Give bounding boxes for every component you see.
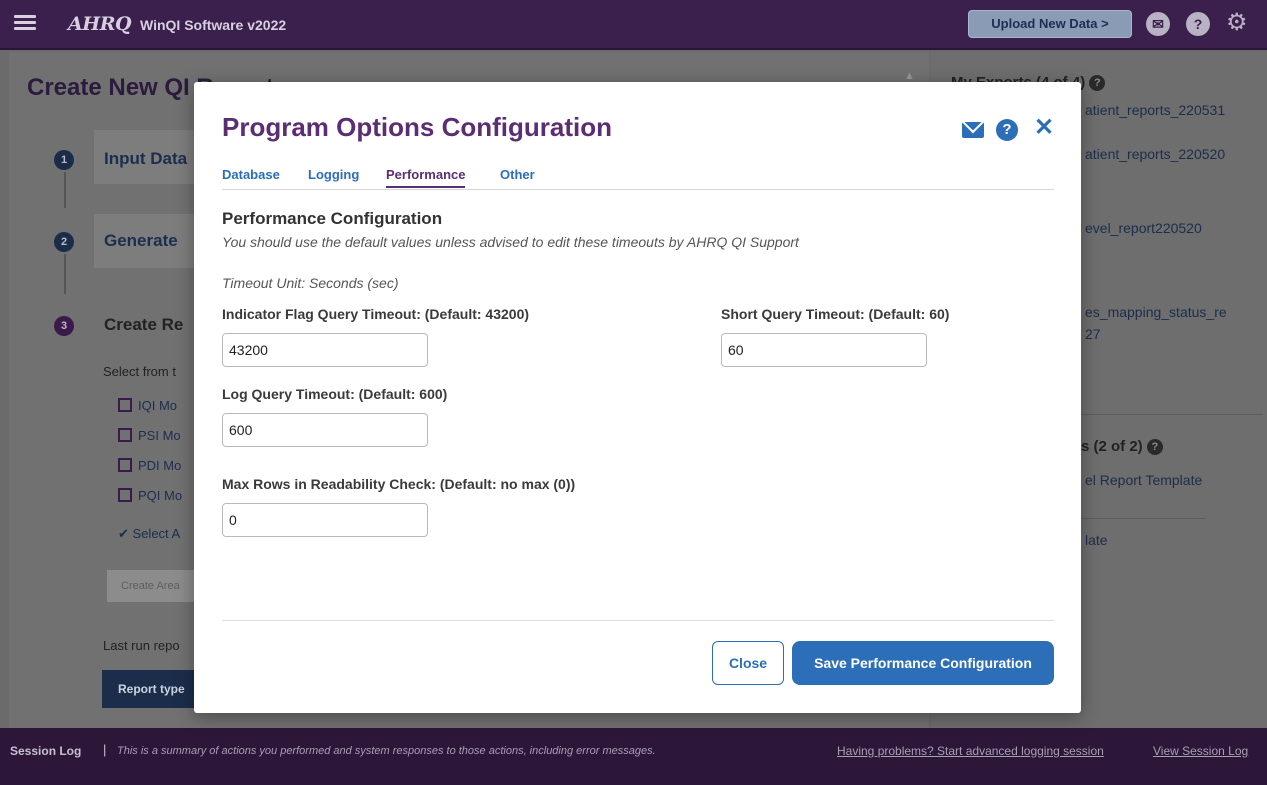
close-icon[interactable]: ✕: [1034, 115, 1054, 141]
close-button[interactable]: Close: [712, 641, 784, 685]
tab-database[interactable]: Database: [222, 167, 280, 186]
step-number: 2: [54, 232, 74, 252]
log-query-label: Log Query Timeout: (Default: 600): [222, 386, 448, 402]
checkbox-label: PQI Mo: [138, 488, 183, 503]
help-icon[interactable]: ?: [996, 119, 1018, 141]
select-text: Select from t: [103, 364, 176, 379]
dialog-divider: [222, 620, 1054, 621]
checkbox-label: PSI Mo: [138, 428, 181, 443]
short-query-input[interactable]: [721, 333, 927, 367]
dialog-title: Program Options Configuration: [222, 112, 612, 142]
checkbox-box[interactable]: [118, 428, 132, 442]
checkbox-box[interactable]: [118, 458, 132, 472]
tab-other[interactable]: Other: [500, 167, 535, 186]
section-subtitle: You should use the default values unless…: [222, 234, 799, 250]
menu-icon[interactable]: [14, 12, 36, 34]
max-rows-label: Max Rows in Readability Check: (Default:…: [222, 476, 576, 492]
tab-performance[interactable]: Performance: [386, 167, 466, 188]
short-query-label: Short Query Timeout: (Default: 60): [721, 306, 950, 322]
checkbox-label: PDI Mo: [138, 458, 182, 473]
session-log-label: Session Log: [10, 744, 82, 758]
step-label[interactable]: Input Data: [104, 149, 187, 169]
scroll-up-icon[interactable]: ▲: [904, 70, 915, 82]
step-label[interactable]: Generate: [104, 231, 178, 251]
help-icon[interactable]: ?: [1186, 12, 1210, 36]
indicator-flag-input[interactable]: [222, 333, 428, 367]
checkbox-box[interactable]: [118, 398, 132, 412]
step-number: 3: [54, 316, 74, 336]
max-rows-input[interactable]: [222, 503, 428, 537]
session-log-message: This is a summary of actions you perform…: [117, 745, 656, 757]
checkbox-box[interactable]: [118, 488, 132, 502]
gear-icon[interactable]: ⚙: [1226, 8, 1248, 38]
export-link[interactable]: atient_reports_220531: [1085, 102, 1225, 118]
select-all-link[interactable]: ✔ Select A: [118, 526, 180, 542]
step-number: 1: [54, 150, 74, 170]
tab-logging[interactable]: Logging: [308, 167, 359, 186]
help-icon[interactable]: ?: [1089, 75, 1106, 91]
section-title: Performance Configuration: [222, 209, 443, 228]
help-icon[interactable]: ?: [1146, 439, 1163, 455]
app-title: WinQI Software v2022: [140, 17, 287, 33]
check-icon: ✔: [118, 526, 129, 541]
templates-title: s (2 of 2) ?: [1081, 438, 1163, 455]
advanced-logging-link[interactable]: Having problems? Start advanced logging …: [837, 744, 1104, 758]
view-session-log-link[interactable]: View Session Log: [1153, 744, 1248, 758]
checkbox-psi[interactable]: PSI Mo: [118, 428, 181, 443]
indicator-flag-label: Indicator Flag Query Timeout: (Default: …: [222, 306, 530, 322]
export-link[interactable]: atient_reports_220520: [1085, 146, 1225, 162]
export-link[interactable]: es_mapping_status_re: [1085, 304, 1227, 320]
step-connector: [64, 172, 66, 208]
log-query-input[interactable]: [222, 413, 428, 447]
select-all-label: Select A: [132, 526, 181, 541]
save-performance-configuration-button[interactable]: Save Performance Configuration: [792, 641, 1054, 685]
export-link[interactable]: evel_report220520: [1085, 220, 1202, 236]
session-log-footer: Session Log | This is a summary of actio…: [0, 728, 1267, 785]
app-logo: AHRQ: [68, 13, 132, 35]
mail-icon[interactable]: [962, 122, 984, 138]
divider: [1081, 518, 1205, 519]
step-label[interactable]: Create Re: [104, 315, 183, 335]
templates-title-text: s (2 of 2): [1081, 438, 1143, 455]
checkbox-label: IQI Mo: [138, 398, 178, 413]
template-link[interactable]: el Report Template: [1085, 472, 1202, 488]
template-link[interactable]: late: [1085, 532, 1108, 548]
step-connector: [64, 254, 66, 294]
export-link-continuation[interactable]: 27: [1085, 326, 1101, 342]
last-run-text: Last run repo: [103, 638, 180, 653]
timeout-unit-label: Timeout Unit: Seconds (sec): [222, 275, 399, 291]
checkbox-pqi[interactable]: PQI Mo: [118, 488, 182, 503]
footer-separator: |: [103, 742, 107, 757]
tab-bar: Database Logging Performance Other: [222, 166, 1054, 190]
upload-new-data-button[interactable]: Upload New Data >: [968, 10, 1132, 38]
mail-icon[interactable]: ✉: [1146, 12, 1170, 36]
checkbox-iqi[interactable]: IQI Mo: [118, 398, 177, 413]
program-options-dialog: Program Options Configuration ? ✕ Databa…: [194, 82, 1081, 713]
checkbox-pdi[interactable]: PDI Mo: [118, 458, 181, 473]
top-bar: AHRQ WinQI Software v2022 Upload New Dat…: [0, 0, 1267, 50]
